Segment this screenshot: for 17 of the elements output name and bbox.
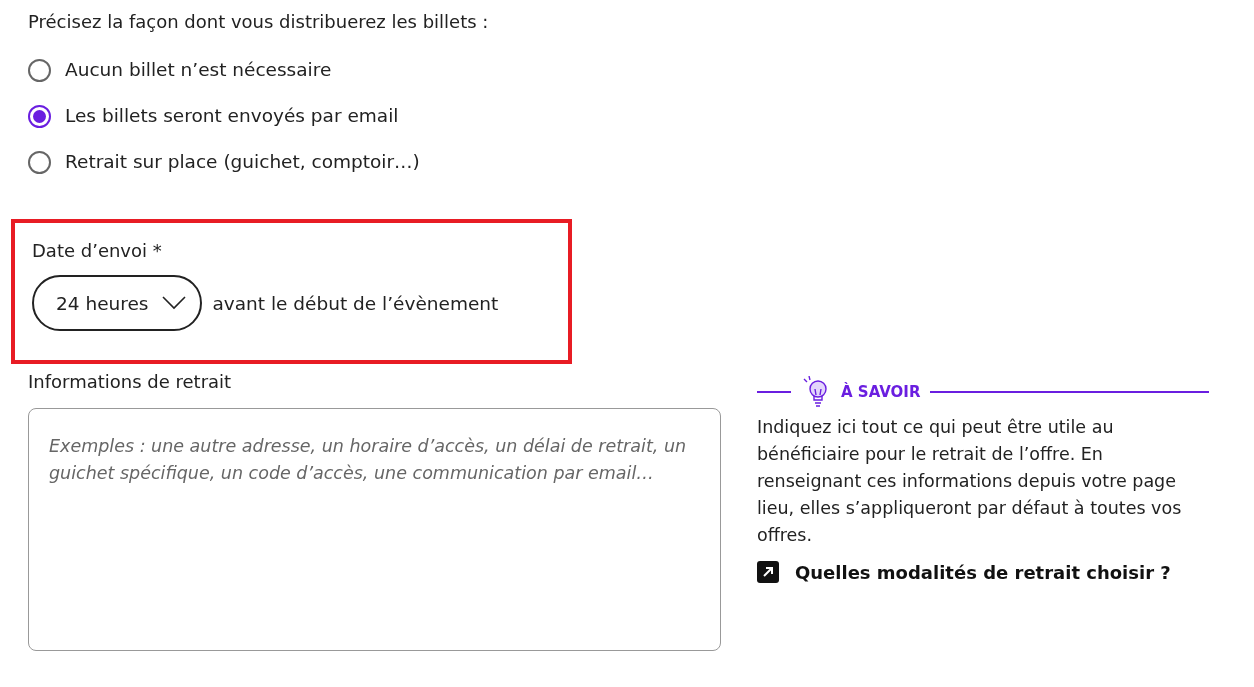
radio-option[interactable]: Aucun billet n’est nécessaire bbox=[28, 56, 1218, 84]
external-link-icon bbox=[757, 561, 779, 583]
radio-option[interactable]: Les billets seront envoyés par email bbox=[28, 102, 1218, 130]
radio-button[interactable] bbox=[28, 104, 51, 128]
field-label: Informations de retrait bbox=[28, 370, 233, 394]
question-text: Précisez la façon dont vous distribuerez les billets : bbox=[28, 10, 490, 34]
radio-button[interactable] bbox=[28, 58, 51, 82]
field-label: Date d’envoi * bbox=[32, 239, 163, 263]
radio-option[interactable]: Retrait sur place (guichet, comptoir…) bbox=[28, 148, 1218, 176]
radio-button[interactable] bbox=[28, 150, 51, 174]
tip-text: Indiquez ici tout ce qui peut être utile au bénéficiaire pour le retrait de l’offre. En renseignant ces informations depuis votre page lieu, elles s’appliqueront par défaut à toutes vos offres. bbox=[757, 416, 1183, 547]
chevron-down-icon bbox=[162, 296, 187, 310]
help-link[interactable]: Quelles modalités de retrait choisir ? bbox=[795, 561, 1171, 583]
select-dropdown[interactable]: 24 heures bbox=[32, 275, 203, 331]
text-area[interactable]: Exemples : une autre adresse, un horaire d’accès, un délai de retrait, un guichet spécifique, un code d’accès, une communication par email… bbox=[28, 408, 721, 651]
tip-title: À SAVOIR bbox=[841, 383, 921, 401]
suffix-text: avant le début de l’évènement bbox=[212, 292, 499, 314]
